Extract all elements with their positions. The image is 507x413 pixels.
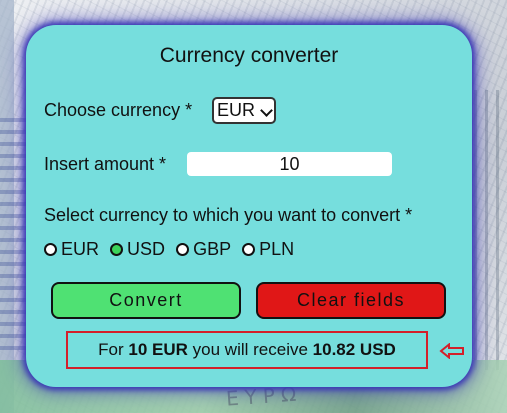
- amount-label: Insert amount *: [44, 154, 167, 174]
- source-currency-select[interactable]: EUR: [212, 97, 276, 124]
- left-arrow-icon: [439, 343, 464, 359]
- radio-option-eur[interactable]: EUR: [44, 239, 99, 260]
- page-title: Currency converter: [159, 44, 339, 67]
- result-to-amount: 10.82 USD: [312, 340, 396, 359]
- radio-option-pln[interactable]: PLN: [242, 239, 294, 260]
- radio-button-selected[interactable]: [110, 243, 124, 256]
- result-from-amount: 10 EUR: [128, 340, 188, 359]
- source-currency-value: EUR: [217, 100, 256, 120]
- chevron-down-icon: [260, 104, 273, 117]
- conversion-result: For 10 EUR you will receive 10.82 USD: [66, 331, 428, 369]
- target-currency-radio-group: EUR USD GBP PLN: [44, 239, 300, 261]
- radio-button[interactable]: [176, 243, 190, 256]
- result-middle-text: you will receive: [192, 340, 308, 359]
- radio-label: USD: [127, 239, 166, 259]
- convert-button[interactable]: Convert: [51, 282, 241, 319]
- clear-fields-button[interactable]: Clear fields: [256, 282, 446, 319]
- radio-label: EUR: [61, 239, 100, 259]
- radio-label: GBP: [193, 239, 232, 259]
- target-currency-label: Select currency to which you want to con…: [44, 205, 413, 225]
- choose-currency-label: Choose currency *: [44, 100, 193, 120]
- amount-input[interactable]: 10: [187, 152, 392, 176]
- radio-button[interactable]: [242, 243, 256, 256]
- radio-button[interactable]: [44, 243, 57, 256]
- radio-label: PLN: [259, 239, 295, 259]
- radio-option-usd[interactable]: USD: [110, 239, 165, 260]
- radio-option-gbp[interactable]: GBP: [176, 239, 231, 260]
- result-prefix: For: [98, 340, 124, 359]
- converter-card: Currency converter Choose currency * EUR…: [26, 25, 472, 387]
